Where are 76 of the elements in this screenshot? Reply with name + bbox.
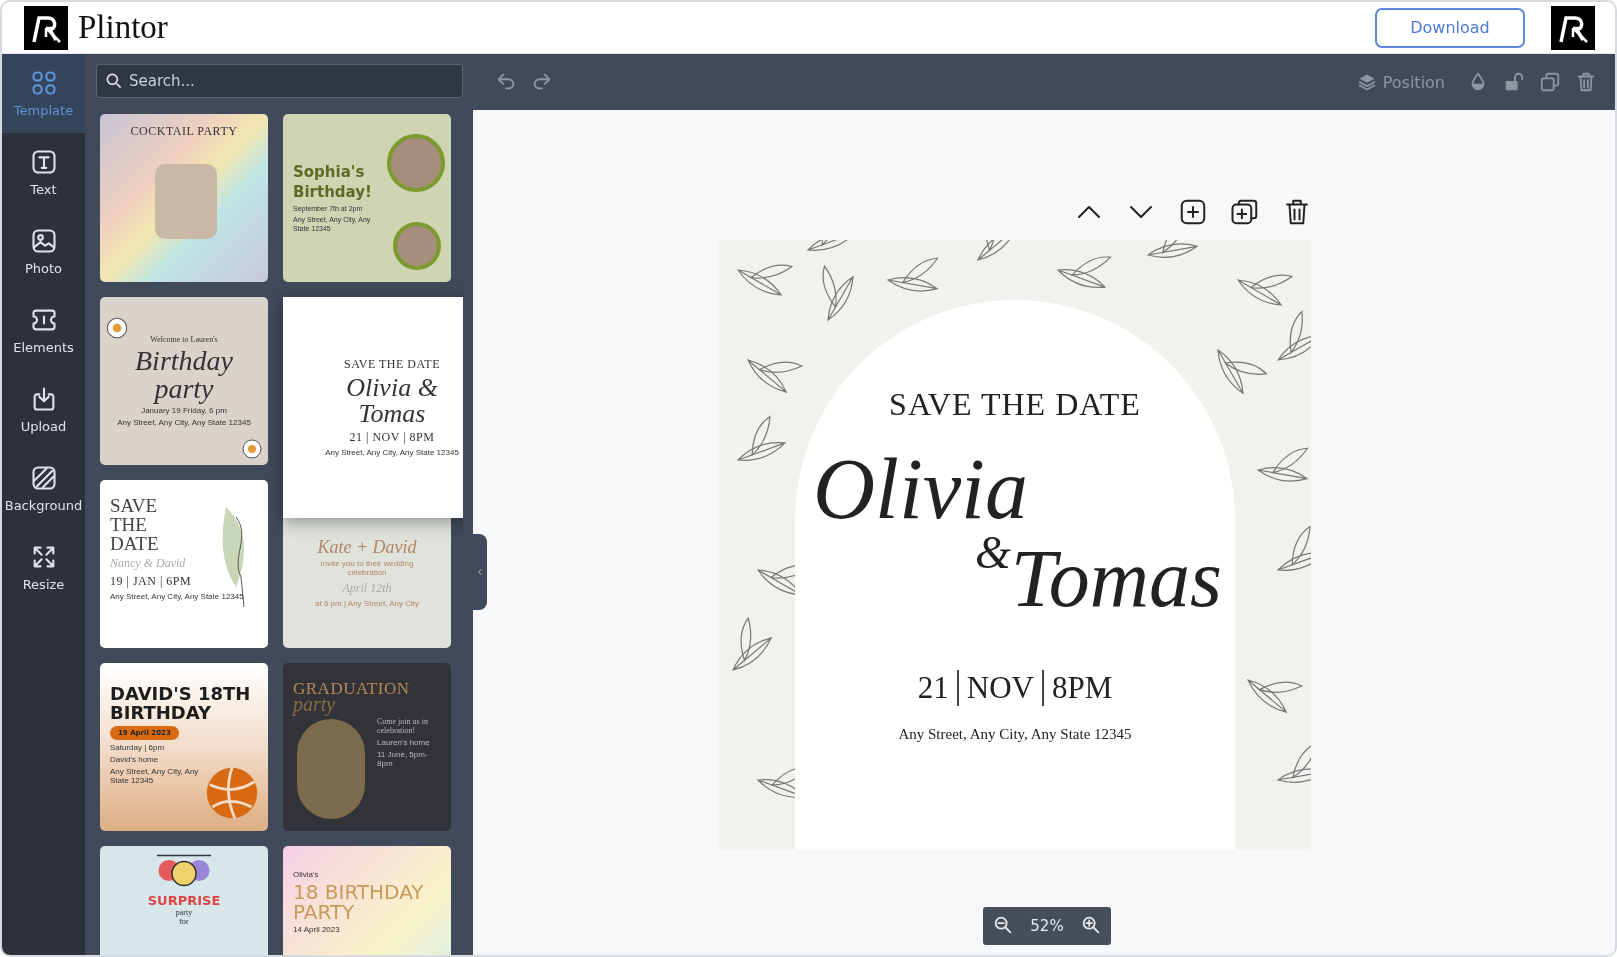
date-time: 8PM <box>1041 670 1121 707</box>
address-text: Any Street, Any City, Any State 12345 <box>898 726 1132 744</box>
duplicate-icon[interactable] <box>1230 197 1260 227</box>
template-text: 11 June, 5pm-8pm <box>377 750 429 769</box>
layers-icon <box>1356 72 1377 92</box>
grid-icon <box>29 69 58 97</box>
search-field[interactable]: Search... <box>96 64 463 98</box>
name-text: Olivia <box>813 451 1028 529</box>
stripes-icon <box>29 464 58 492</box>
template-text: SURPRISE <box>147 894 221 908</box>
template-text: Invite you to their wedding celebration <box>319 559 415 578</box>
sidebar-tab[interactable]: Upload <box>2 370 85 449</box>
basketball-icon <box>204 765 260 821</box>
template-text: Any Street, Any City, Any State 12345 <box>325 448 459 458</box>
sidebar-tab[interactable]: Text <box>2 133 85 212</box>
collapse-handle[interactable] <box>473 534 487 610</box>
template-text: Any Street, Any City, Any State 12345 <box>117 418 251 428</box>
template-text: David's home <box>110 754 160 765</box>
template-text: Any Street, Any City, Any State 12345 <box>110 767 200 786</box>
template-text: SAVE THE DATE <box>110 496 160 553</box>
sidebar-tab[interactable]: Photo <box>2 212 85 291</box>
template-text: party <box>175 907 193 917</box>
zoom-out-icon <box>992 914 1014 936</box>
template-card[interactable]: Olivia's 18 BIRTHDAY PARTY 14 April 2023 <box>283 846 451 955</box>
template-text: April 12th <box>342 580 392 596</box>
photo-placeholder <box>387 134 445 192</box>
photo-placeholder <box>393 222 441 270</box>
sidebar-tab[interactable]: Background <box>2 449 85 528</box>
logo-icon <box>24 5 68 50</box>
template-text: Olivia & Tomas <box>345 375 439 428</box>
template-text: Saturday | 6pm <box>110 742 166 752</box>
template-text: Welcome to Lauren's <box>150 334 218 344</box>
template-text: Kate + David <box>317 538 417 557</box>
zoom-level: 52% <box>1030 917 1064 935</box>
template-text: Come join us in celebration! <box>377 717 429 735</box>
flower-icon <box>240 437 264 461</box>
ampersand-text: & <box>975 530 1011 577</box>
template-text: Any Street, Any City, Any State 12345 <box>110 592 245 602</box>
sidebar-tab[interactable]: Resize <box>2 528 85 607</box>
template-text: COCKTAIL PARTY <box>130 124 238 139</box>
unlock-icon[interactable] <box>1503 71 1525 93</box>
template-card[interactable]: Welcome to Lauren's Birthday party January 19 Friday, 6 pm Any Street, Any City, Any State 12345 <box>100 297 268 465</box>
template-card[interactable]: COCKTAIL PARTY <box>100 114 268 282</box>
sidebar-tab[interactable]: Elements <box>2 291 85 370</box>
text-icon <box>29 148 58 176</box>
search-icon <box>104 71 124 91</box>
template-text: Sophia's Birthday! <box>293 163 373 203</box>
template-card[interactable]: GRADUATION party Come join us in celebration! Lauren's home 11 June, 5pm-8pm <box>283 663 451 831</box>
template-text: 14 April 2023 <box>293 925 341 935</box>
template-drag-preview[interactable]: SAVE THE DATE Olivia & Tomas 21 | NOV | 8PM Any Street, Any City, Any State 12345 <box>283 297 463 518</box>
template-text: Lauren's home <box>377 738 431 748</box>
template-text: Olivia's <box>293 870 320 880</box>
template-text: SAVE THE DATE <box>343 357 441 373</box>
zoom-in-icon <box>1080 914 1102 936</box>
template-text: 18 BIRTHDAY PARTY <box>293 882 425 923</box>
template-text: Nancy & David <box>110 556 187 571</box>
date-day: 21 <box>909 670 957 707</box>
template-text: Birthday party <box>134 346 234 403</box>
template-text: 19 | JAN | 6PM <box>110 574 193 589</box>
add-page-icon[interactable] <box>1178 197 1208 227</box>
template-text: January 19 Friday, 6 pm <box>141 405 227 415</box>
template-text: for <box>179 916 189 926</box>
flower-icon <box>104 315 130 341</box>
logo-icon[interactable] <box>1551 5 1595 50</box>
template-text: at 6 pm | Any Street, Any City <box>315 598 419 608</box>
heading-text: SAVE THE DATE <box>889 386 1141 423</box>
brand-name: Plintor <box>78 9 169 46</box>
copy-icon[interactable] <box>1539 71 1561 93</box>
template-card[interactable]: SURPRISE party for <box>100 846 268 955</box>
template-text: 21 | NOV | 8PM <box>349 430 435 446</box>
download-button[interactable]: Download <box>1375 7 1525 48</box>
template-text: DAVID'S 18TH BIRTHDAY <box>110 685 252 723</box>
image-icon <box>29 227 58 255</box>
name-text: Tomas <box>1010 538 1222 621</box>
date-month: NOV <box>956 670 1042 707</box>
template-card[interactable]: SAVE THE DATE Nancy & David 19 | JAN | 6PM Any Street, Any City, Any State 12345 <box>100 480 268 648</box>
